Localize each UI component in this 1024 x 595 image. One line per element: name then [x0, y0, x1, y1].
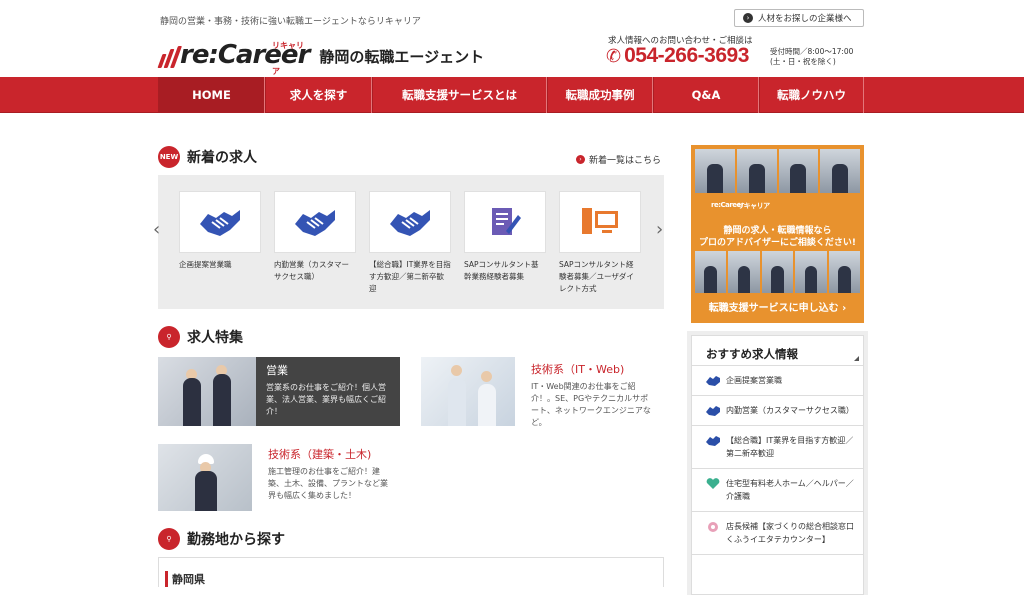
- phone-icon: ✆: [606, 45, 622, 67]
- hours-line-2: (土・日・祝を除く): [770, 57, 836, 66]
- nav-item-support-service[interactable]: 転職支援サービスとは: [372, 77, 547, 113]
- job-card[interactable]: SAPコンサルタント基幹業務経験者募集: [464, 191, 546, 283]
- job-card[interactable]: 企画提案営業職: [179, 191, 261, 271]
- recommended-item-label: 【総合職】IT業界を目指す方歓迎／第二新卒歓迎: [726, 436, 854, 458]
- region-label: 静岡県: [165, 571, 205, 587]
- handshake-icon: [179, 191, 261, 253]
- site-header: 静岡の営業・事務・技術に強い転職エージェントならリキャリア › 人材をお探しの企…: [0, 0, 1024, 77]
- feature-image: [158, 357, 256, 426]
- computer-icon: [559, 191, 641, 253]
- arrow-right-icon: ›: [576, 155, 585, 164]
- logo-mark-icon: [157, 46, 183, 68]
- new-jobs-more-link[interactable]: › 新着一覧はこちら: [576, 153, 661, 166]
- banner-photo-row: [695, 149, 860, 193]
- feature-description: 営業系のお仕事をご紹介！個人営業、法人営業、業界も幅広くご紹介！: [266, 383, 386, 416]
- handshake-icon: [706, 376, 720, 386]
- phone-number[interactable]: ✆ 054-266-3693: [606, 44, 749, 68]
- logo-subtitle: 静岡の転職エージェント: [319, 48, 485, 66]
- feature-image: [158, 444, 252, 511]
- new-jobs-carousel: ‹ › 企画提案営業職 内勤営業（カスタマーサクセス職） 【総合職】IT業界を目…: [153, 175, 664, 309]
- job-card[interactable]: 【総合職】IT業界を目指す方歓迎／第二新卒歓迎: [369, 191, 451, 295]
- business-hours: 受付時間／8:00〜17:00 (土・日・祝を除く): [770, 47, 853, 67]
- feature-title: 技術系（IT・Web): [531, 363, 625, 376]
- search-icon: ⚲: [158, 528, 180, 550]
- features-heading: ⚲ 求人特集: [158, 325, 243, 349]
- nav-item-search-jobs[interactable]: 求人を探す: [265, 77, 372, 113]
- location-heading: ⚲ 勤務地から探す: [158, 527, 285, 551]
- person-search-icon: ⚲: [158, 326, 180, 348]
- document-icon: [464, 191, 546, 253]
- hours-line-1: 受付時間／8:00〜17:00: [770, 47, 854, 56]
- feature-image: [421, 357, 515, 426]
- region-box: 静岡県: [158, 557, 664, 587]
- job-card[interactable]: SAPコンサルタント経験者募集／ユーザダイレクト方式: [559, 191, 641, 295]
- banner-logo: re:Career リキャリア: [711, 201, 770, 210]
- arrow-right-icon: ›: [743, 13, 753, 23]
- handshake-icon: [369, 191, 451, 253]
- support-service-banner[interactable]: re:Career リキャリア 静岡の求人・転職情報なら プロのアドバイザーにご…: [691, 145, 864, 323]
- corporate-link-label: 人材をお探しの企業様へ: [758, 14, 852, 24]
- main-nav: HOME 求人を探す 転職支援サービスとは 転職成功事例 Q&A 転職ノウハウ: [0, 77, 1024, 113]
- nav-item-home[interactable]: HOME: [158, 77, 265, 113]
- recommended-item[interactable]: 【総合職】IT業界を目指す方歓迎／第二新卒歓迎: [692, 426, 863, 469]
- job-card[interactable]: 内勤営業（カスタマーサクセス職）: [274, 191, 356, 283]
- job-card-caption: 【総合職】IT業界を目指す方歓迎／第二新卒歓迎: [369, 260, 451, 293]
- recommended-item[interactable]: 店長候補【家づくりの総合相談窓口くふうイエタテカウンター】: [692, 512, 863, 555]
- flower-icon: [708, 522, 718, 532]
- new-badge-icon: NEW: [158, 146, 180, 168]
- carousel-prev-button[interactable]: ‹: [153, 219, 160, 240]
- header-tagline: 静岡の営業・事務・技術に強い転職エージェントならリキャリア: [160, 17, 421, 27]
- feature-card-it-web[interactable]: 技術系（IT・Web) IT・Web関連のお仕事をご紹介！。SE、PGやテクニカ…: [421, 357, 664, 427]
- feature-description: 施工管理のお仕事をご紹介！建築、土木、設備、プラントなど業界も幅広く集めました！: [268, 467, 388, 500]
- recommended-item-label: 店長候補【家づくりの総合相談窓口くふうイエタテカウンター】: [726, 522, 854, 544]
- carousel-next-button[interactable]: ›: [656, 219, 663, 240]
- recommended-item-label: 企画提案営業職: [726, 376, 782, 385]
- heart-hands-icon: [706, 478, 720, 489]
- nav-item-knowhow[interactable]: 転職ノウハウ: [759, 77, 864, 113]
- new-jobs-title: 新着の求人: [187, 150, 257, 166]
- features-title: 求人特集: [187, 330, 243, 346]
- feature-description: IT・Web関連のお仕事をご紹介！。SE、PGやテクニカルサポート、ネットワーク…: [531, 382, 651, 427]
- recommended-item[interactable]: 内勤営業（カスタマーサクセス職）: [692, 396, 863, 426]
- handshake-icon: [274, 191, 356, 253]
- logo-text: re:Career リキャリア: [180, 41, 310, 76]
- banner-photo-row: [695, 251, 861, 293]
- banner-line-2: プロのアドバイザーにご相談ください!: [699, 238, 856, 248]
- recommended-item[interactable]: 住宅型有料老人ホーム／ヘルパー／介護職: [692, 469, 863, 512]
- recommended-title: おすすめ求人情報: [692, 336, 863, 366]
- recommended-item-label: 内勤営業（カスタマーサクセス職）: [726, 406, 854, 415]
- banner-cta: 転職支援サービスに申し込む ›: [708, 303, 847, 314]
- feature-card-sales[interactable]: 営業 営業系のお仕事をご紹介！個人営業、法人営業、業界も幅広くご紹介！: [158, 357, 400, 426]
- handshake-icon: [706, 406, 720, 416]
- job-card-caption: 内勤営業（カスタマーサクセス職）: [274, 260, 349, 281]
- recommended-jobs-box: おすすめ求人情報 企画提案営業職 内勤営業（カスタマーサクセス職） 【総合職】I…: [691, 335, 864, 595]
- nav-item-qa[interactable]: Q&A: [653, 77, 759, 113]
- job-card-caption: SAPコンサルタント経験者募集／ユーザダイレクト方式: [559, 260, 634, 293]
- nav-item-success-stories[interactable]: 転職成功事例: [547, 77, 653, 113]
- job-card-caption: SAPコンサルタント基幹業務経験者募集: [464, 260, 539, 281]
- phone-number-text: 054-266-3693: [624, 44, 749, 67]
- job-card-caption: 企画提案営業職: [179, 260, 232, 269]
- location-title: 勤務地から探す: [187, 532, 285, 548]
- feature-title: 営業: [266, 364, 288, 377]
- site-logo[interactable]: re:Career リキャリア 静岡の転職エージェント: [157, 38, 485, 76]
- feature-card-construction[interactable]: 技術系（建築・土木) 施工管理のお仕事をご紹介！建築、土木、設備、プラントなど業…: [158, 444, 400, 511]
- handshake-icon: [706, 436, 720, 446]
- corporate-link-button[interactable]: › 人材をお探しの企業様へ: [734, 9, 864, 27]
- new-jobs-more-label: 新着一覧はこちら: [589, 156, 662, 166]
- feature-title: 技術系（建築・土木): [268, 448, 372, 461]
- recommended-item-label: 住宅型有料老人ホーム／ヘルパー／介護職: [726, 479, 854, 501]
- recommended-item[interactable]: 企画提案営業職: [692, 366, 863, 396]
- new-jobs-heading: NEW 新着の求人: [158, 145, 257, 169]
